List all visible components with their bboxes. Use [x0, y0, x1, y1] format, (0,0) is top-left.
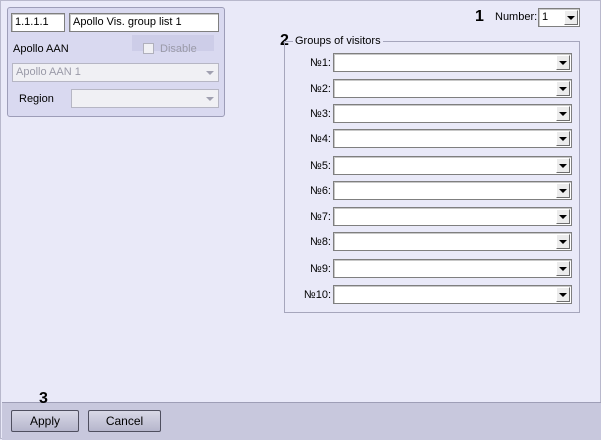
- group-select[interactable]: [333, 79, 572, 98]
- number-select[interactable]: 1: [538, 8, 580, 27]
- cancel-button[interactable]: Cancel: [88, 410, 161, 432]
- group-row-label: №8:: [310, 236, 331, 248]
- cancel-button-label: Cancel: [105, 414, 144, 428]
- group-row-label: №4:: [310, 133, 331, 145]
- chevron-down-icon[interactable]: [556, 106, 570, 121]
- parent-select[interactable]: Apollo AAN 1: [12, 63, 219, 82]
- chevron-down-icon[interactable]: [556, 158, 570, 173]
- group-select[interactable]: [333, 104, 572, 123]
- group-select[interactable]: [333, 285, 572, 304]
- disable-label: Disable: [160, 43, 197, 55]
- chevron-down-icon[interactable]: [556, 183, 570, 198]
- parent-select-value: Apollo AAN 1: [16, 66, 81, 78]
- chevron-down-icon[interactable]: [564, 10, 578, 25]
- callout-3: 3: [39, 390, 48, 407]
- group-row-label: №9:: [310, 263, 331, 275]
- groups-title: Groups of visitors: [293, 35, 383, 47]
- parent-label: Apollo AAN: [13, 43, 69, 55]
- group-select[interactable]: [333, 232, 572, 251]
- chevron-down-icon[interactable]: [556, 131, 570, 146]
- chevron-down-icon[interactable]: [556, 55, 570, 70]
- object-id-value: 1.1.1.1: [15, 16, 49, 28]
- apply-button-label: Apply: [29, 414, 61, 428]
- region-label: Region: [19, 93, 54, 105]
- group-row-label: №10:: [303, 289, 331, 301]
- group-row-label: №3:: [310, 108, 331, 120]
- group-row-label: №1:: [310, 57, 331, 69]
- object-name-value: Apollo Vis. group list 1: [73, 16, 182, 28]
- chevron-down-icon[interactable]: [556, 81, 570, 96]
- chevron-down-icon[interactable]: [556, 261, 570, 276]
- apply-button[interactable]: Apply: [11, 410, 79, 432]
- chevron-down-icon[interactable]: [556, 287, 570, 302]
- disable-checkbox[interactable]: [143, 43, 154, 54]
- settings-window: 1.1.1.1 Apollo Vis. group list 1 Apollo …: [0, 0, 601, 440]
- group-row-label: №2:: [310, 83, 331, 95]
- group-select[interactable]: [333, 129, 572, 148]
- group-select[interactable]: [333, 259, 572, 278]
- group-select[interactable]: [333, 156, 572, 175]
- object-id-field[interactable]: 1.1.1.1: [11, 13, 65, 32]
- group-row-label: №5:: [310, 160, 331, 172]
- group-select[interactable]: [333, 181, 572, 200]
- group-row-label: №7:: [310, 211, 331, 223]
- group-select[interactable]: [333, 53, 572, 72]
- chevron-down-icon[interactable]: [556, 234, 570, 249]
- object-name-field[interactable]: Apollo Vis. group list 1: [69, 13, 219, 32]
- chevron-down-icon[interactable]: [556, 209, 570, 224]
- callout-1: 1: [475, 8, 484, 25]
- group-row-label: №6:: [310, 185, 331, 197]
- number-label: Number:: [495, 11, 538, 23]
- region-select[interactable]: [71, 89, 219, 108]
- group-select[interactable]: [333, 207, 572, 226]
- chevron-down-icon: [202, 65, 217, 80]
- chevron-down-icon: [202, 91, 217, 106]
- number-select-value: 1: [542, 11, 549, 23]
